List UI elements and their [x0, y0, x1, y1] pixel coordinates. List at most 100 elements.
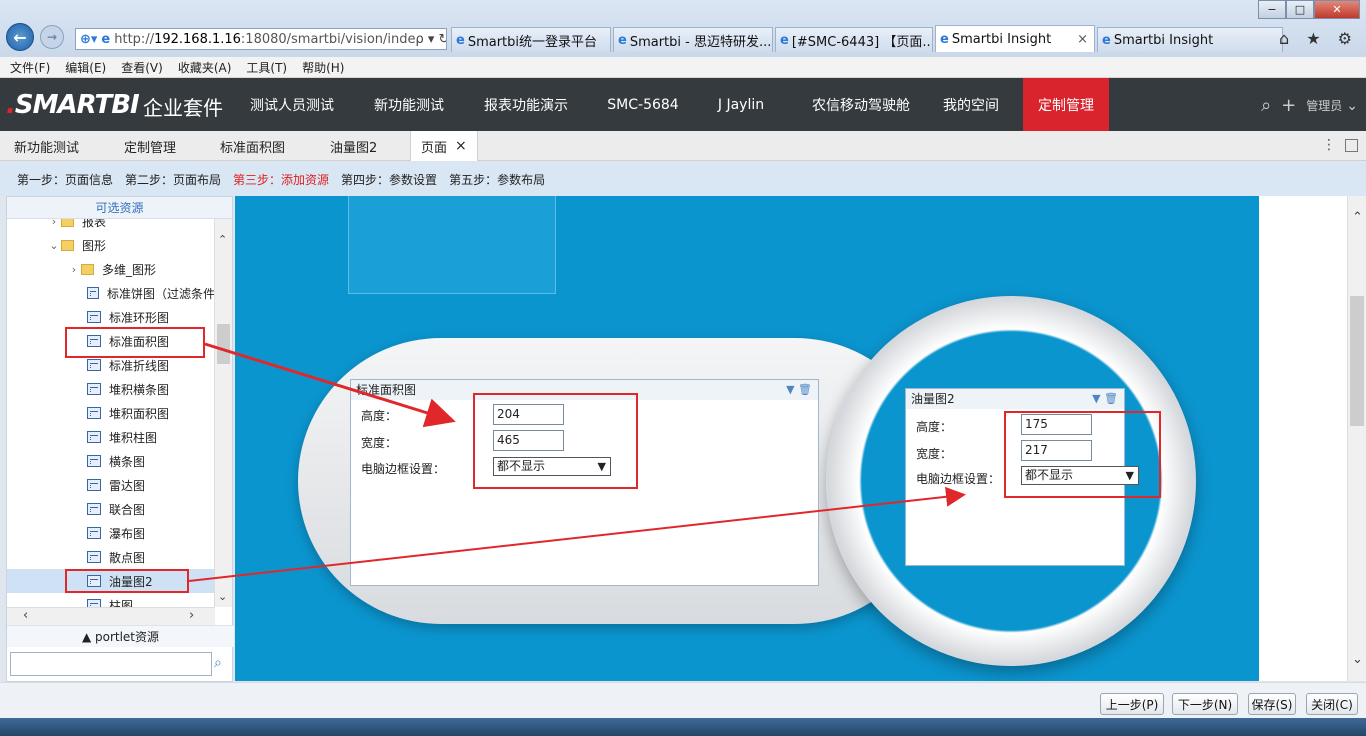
chart-icon — [87, 431, 101, 443]
tree-item-chart[interactable]: 雷达图 — [7, 473, 215, 497]
tab-page[interactable]: 页面 × — [410, 131, 478, 161]
tree-item-chart[interactable]: 联合图 — [7, 497, 215, 521]
more-icon[interactable]: ⋮ — [1322, 137, 1336, 153]
nav-item-custom-manage[interactable]: 定制管理 — [1023, 78, 1109, 131]
forward-button[interactable]: → — [40, 25, 64, 49]
menu-tools[interactable]: 工具(T) — [246, 59, 287, 76]
chevron-right-icon[interactable]: › — [67, 263, 81, 276]
nav-item-jaylin[interactable]: J Jaylin — [702, 78, 780, 131]
tree-horizontal-scrollbar[interactable]: ‹ › — [7, 607, 215, 625]
scroll-up-icon[interactable]: ⌃ — [218, 233, 227, 246]
next-step-button[interactable]: 下一步(N) — [1172, 693, 1238, 715]
nav-item-tester[interactable]: 测试人员测试 — [236, 78, 348, 131]
resource-panel-header[interactable]: 可选资源 — [7, 197, 232, 219]
nav-item-my-space[interactable]: 我的空间 — [932, 78, 1010, 131]
step-4[interactable]: 第四步：参数设置 — [341, 171, 437, 188]
chart-icon — [87, 527, 101, 539]
search-icon[interactable]: ⌕ — [1261, 95, 1271, 116]
close-icon[interactable]: × — [455, 138, 467, 154]
tree-item-chart[interactable]: 横条图 — [7, 449, 215, 473]
add-icon[interactable]: ⊕▾ — [80, 32, 97, 47]
address-bar[interactable]: ⊕▾ e http://192.168.1.16:18080/smartbi/v… — [75, 28, 447, 50]
resource-search-input[interactable] — [10, 652, 212, 676]
tab-area-chart[interactable]: 标准面积图 — [206, 131, 306, 161]
chevron-down-icon[interactable]: ⌄ — [1346, 98, 1358, 114]
step-3-current[interactable]: 第三步：添加资源 — [233, 171, 329, 188]
border-setting-label: 电脑边框设置： — [916, 472, 1001, 486]
nav-item-new-feature[interactable]: 新功能测试 — [360, 78, 458, 131]
panel-tools[interactable]: ▼ 🗑 — [1092, 389, 1118, 409]
wizard-footer: 上一步(P) 下一步(N) 保存(S) 关闭(C) — [0, 682, 1366, 718]
tree-label: 堆积面积图 — [109, 406, 170, 421]
menu-favorites[interactable]: 收藏夹(A) — [178, 59, 232, 76]
browser-tab-4[interactable]: e Smartbi Insight × — [935, 25, 1095, 52]
maximize-icon[interactable] — [1345, 139, 1358, 152]
tree-item-chart[interactable]: 堆积柱图 — [7, 425, 215, 449]
nav-item-cockpit[interactable]: 农信移动驾驶舱 — [792, 78, 930, 131]
dropdown-icon[interactable]: ▼ — [786, 383, 794, 396]
maximize-button[interactable]: □ — [1286, 0, 1314, 19]
menu-view[interactable]: 查看(V) — [121, 59, 163, 76]
scroll-thumb[interactable] — [217, 324, 230, 364]
browser-tab-1[interactable]: e Smartbi统一登录平台 — [451, 27, 611, 52]
previous-step-button[interactable]: 上一步(P) — [1100, 693, 1164, 715]
dropdown-icon[interactable]: ▼ — [1092, 392, 1100, 405]
user-name[interactable]: 管理员 — [1306, 97, 1342, 114]
tree-item-chart[interactable]: 堆积横条图 — [7, 377, 215, 401]
close-button[interactable]: 关闭(C) — [1306, 693, 1358, 715]
tab-custom-manage[interactable]: 定制管理 — [110, 131, 200, 161]
close-window-button[interactable]: ✕ — [1314, 0, 1360, 19]
browser-tab-2[interactable]: e Smartbi - 思迈特研发... — [613, 27, 773, 52]
minimize-button[interactable]: − — [1258, 0, 1286, 19]
nav-item-report-demo[interactable]: 报表功能演示 — [470, 78, 582, 131]
trash-icon[interactable]: 🗑 — [1104, 392, 1118, 405]
search-refresh-icon[interactable]: ρ ▾ ↻ — [416, 32, 447, 47]
step-1[interactable]: 第一步：页面信息 — [17, 171, 113, 188]
chevron-right-icon[interactable]: › — [47, 219, 61, 228]
save-button[interactable]: 保存(S) — [1248, 693, 1296, 715]
tree-item-graphics[interactable]: ⌄ 图形 — [7, 233, 215, 257]
scroll-down-icon[interactable]: ⌄ — [1352, 652, 1363, 667]
browser-tab-3[interactable]: e [#SMC-6443] 【页面... — [775, 27, 933, 52]
trash-icon[interactable]: 🗑 — [798, 383, 812, 396]
scroll-thumb[interactable] — [1350, 296, 1364, 426]
url-prefix: http:// — [114, 31, 155, 47]
search-icon[interactable]: ⌕ — [214, 655, 222, 671]
close-tab-icon[interactable]: × — [1077, 32, 1094, 47]
plus-icon[interactable]: + — [1281, 95, 1296, 116]
smartbi-logo: .SMARTBI — [6, 90, 140, 120]
tab-new-feature[interactable]: 新功能测试 — [0, 131, 100, 161]
browser-tool-icons[interactable]: ⌂ ★ ⚙ — [1279, 29, 1358, 48]
tree-item-report[interactable]: › 报表 — [7, 219, 215, 233]
tree-item-chart[interactable]: 瀑布图 — [7, 521, 215, 545]
tab-gauge[interactable]: 油量图2 — [316, 131, 406, 161]
menu-edit[interactable]: 编辑(E) — [65, 59, 106, 76]
tree-item-chart[interactable]: 柱图 — [7, 593, 215, 607]
back-button[interactable]: ← — [6, 23, 34, 51]
scroll-up-icon[interactable]: ⌃ — [1352, 210, 1363, 225]
height-label: 高度： — [916, 420, 953, 434]
tree-item-chart[interactable]: 标准饼图（过滤条件 — [7, 281, 215, 305]
scroll-left-icon[interactable]: ‹ — [23, 608, 28, 623]
chart-icon — [87, 359, 101, 371]
step-5[interactable]: 第五步：参数布局 — [449, 171, 545, 188]
main-vertical-scrollbar[interactable]: ⌃ ⌄ — [1347, 196, 1366, 681]
tree-label: 标准环形图 — [109, 310, 170, 325]
tree-vertical-scrollbar[interactable]: ⌃ ⌄ — [214, 219, 232, 607]
ie-icon: e — [1102, 32, 1111, 48]
chevron-down-icon[interactable]: ⌄ — [47, 239, 61, 252]
browser-tab-5[interactable]: e Smartbi Insight — [1097, 27, 1283, 52]
panel-tools[interactable]: ▼ 🗑 — [786, 380, 812, 400]
menu-help[interactable]: 帮助(H) — [302, 59, 344, 76]
nav-item-smc[interactable]: SMC-5684 — [596, 78, 690, 131]
tree-item-chart[interactable]: 散点图 — [7, 545, 215, 569]
canvas-placeholder-box[interactable] — [348, 196, 556, 294]
menu-file[interactable]: 文件(F) — [10, 59, 50, 76]
step-2[interactable]: 第二步：页面布局 — [125, 171, 221, 188]
scroll-down-icon[interactable]: ⌄ — [218, 590, 227, 603]
tree-item-multidim[interactable]: › 多维_图形 — [7, 257, 215, 281]
portlet-resources[interactable]: ▲ portlet资源 — [7, 625, 234, 647]
tree-item-chart[interactable]: 堆积面积图 — [7, 401, 215, 425]
tree-item-chart[interactable]: 标准环形图 — [7, 305, 215, 329]
scroll-right-icon[interactable]: › — [189, 608, 194, 623]
